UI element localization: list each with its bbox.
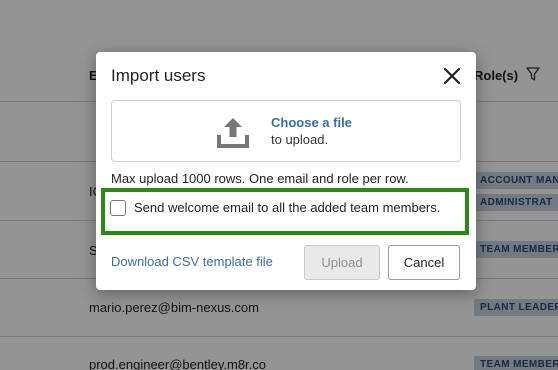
cancel-button[interactable]: Cancel	[388, 245, 460, 280]
upload-button[interactable]: Upload	[304, 245, 380, 280]
welcome-email-checkbox[interactable]	[110, 200, 126, 216]
file-dropzone[interactable]: Choose a file to upload.	[111, 100, 461, 162]
upload-subtext: to upload.	[271, 132, 329, 147]
welcome-email-label[interactable]: Send welcome email to all the added team…	[134, 200, 440, 215]
close-icon[interactable]	[442, 66, 462, 86]
choose-file-link[interactable]: Choose a file	[271, 115, 352, 130]
upload-hint: Max upload 1000 rows. One email and role…	[111, 171, 409, 186]
import-users-dialog: Import users Choose a file to upload. Ma…	[96, 52, 476, 290]
download-csv-template-link[interactable]: Download CSV template file	[111, 254, 273, 269]
upload-icon	[217, 118, 249, 148]
dialog-title: Import users	[111, 66, 206, 85]
